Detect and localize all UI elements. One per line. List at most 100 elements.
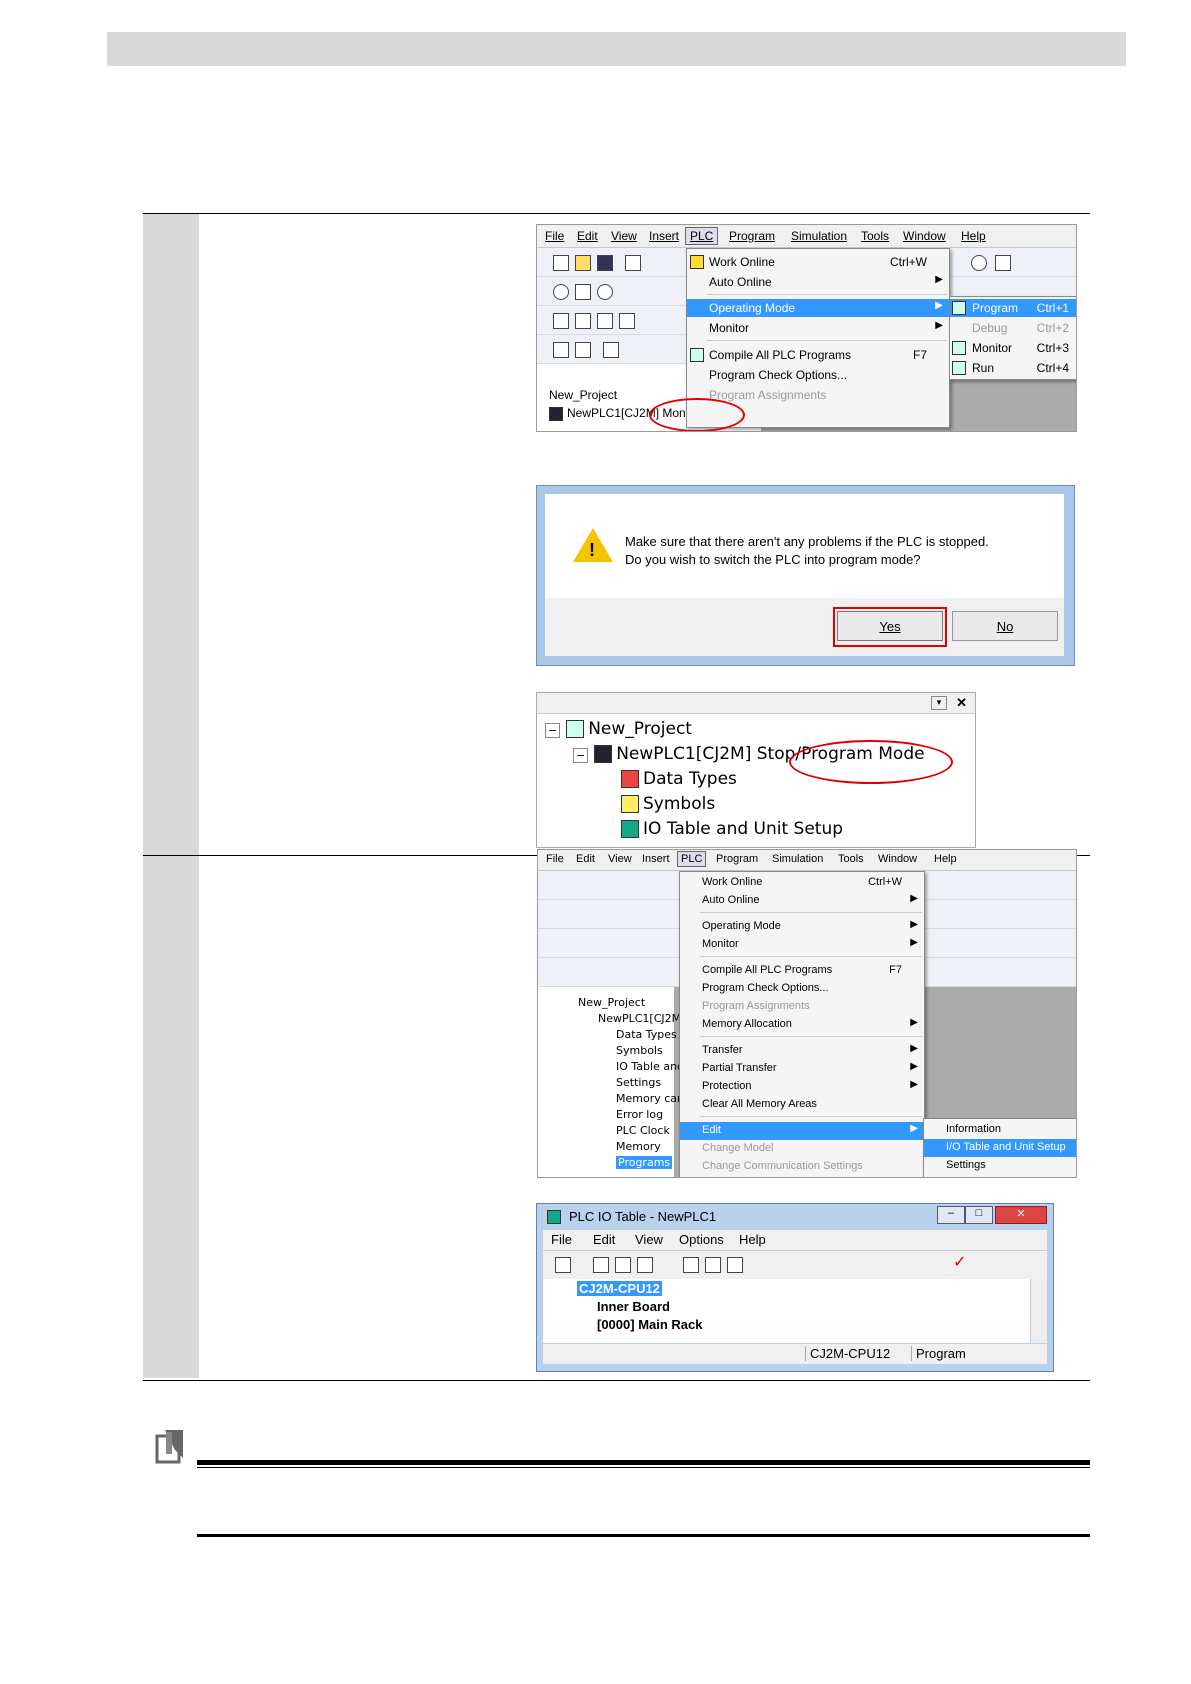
open-icon[interactable] xyxy=(575,255,591,271)
tree-item[interactable]: PLC Clock xyxy=(616,1124,670,1137)
menu-help[interactable]: Help xyxy=(934,853,957,865)
menu-edit[interactable]: Edit xyxy=(577,229,598,243)
menu-window[interactable]: Window xyxy=(903,229,946,243)
edit-information[interactable]: Information xyxy=(924,1121,1076,1139)
menu-view[interactable]: View xyxy=(608,853,632,865)
paste-icon[interactable] xyxy=(727,1257,743,1273)
menu-item-transfer[interactable]: Transfer ▶ xyxy=(680,1042,924,1060)
menu-file[interactable]: File xyxy=(551,1232,572,1247)
save-icon[interactable] xyxy=(597,255,613,271)
menu-view[interactable]: View xyxy=(611,229,637,243)
close-icon[interactable]: ✕ xyxy=(956,695,967,711)
tree-item[interactable]: Symbols xyxy=(616,1044,663,1057)
menu-tools[interactable]: Tools xyxy=(861,229,889,243)
menu-program[interactable]: Program xyxy=(716,853,758,865)
tree-item-programs[interactable]: Programs xyxy=(616,1156,673,1169)
ncps-icon[interactable] xyxy=(555,1257,571,1273)
menu-item-memory-allocation[interactable]: Memory Allocation ▶ xyxy=(680,1016,924,1034)
scrollbar[interactable] xyxy=(1030,1279,1047,1343)
check-icon[interactable]: ✓ xyxy=(953,1255,967,1271)
tree-item[interactable]: Memory xyxy=(616,1140,661,1153)
tree-item[interactable]: IO Table and xyxy=(616,1060,684,1073)
menu-plc[interactable]: PLC xyxy=(677,851,707,867)
print-icon[interactable] xyxy=(593,1257,609,1273)
outdent-icon[interactable] xyxy=(575,342,591,358)
menu-item-auto-online[interactable]: Auto Online ▶ xyxy=(680,892,924,910)
menu-help[interactable]: Help xyxy=(739,1232,766,1247)
mode-program[interactable]: Program Ctrl+1 xyxy=(950,299,1076,317)
minimize-button[interactable]: – xyxy=(937,1206,965,1224)
menu-plc[interactable]: PLC xyxy=(685,227,719,245)
menu-item-partial-transfer[interactable]: Partial Transfer ▶ xyxy=(680,1060,924,1078)
tree-plc[interactable]: NewPLC1[CJ2M xyxy=(598,1012,681,1025)
help-icon[interactable] xyxy=(995,255,1011,271)
menu-item-check-options[interactable]: Program Check Options... xyxy=(687,366,949,384)
mode-run[interactable]: Run Ctrl+4 xyxy=(950,359,1076,377)
menu-tools[interactable]: Tools xyxy=(838,853,864,865)
menu-view[interactable]: View xyxy=(635,1232,663,1247)
tree-item-io-table[interactable]: IO Table and Unit Setup xyxy=(621,819,843,839)
tree-item[interactable]: Settings xyxy=(616,1076,661,1089)
indent-icon[interactable] xyxy=(553,342,569,358)
info-icon[interactable] xyxy=(971,255,987,271)
edit-settings[interactable]: Settings xyxy=(924,1157,1076,1175)
zoom-icon[interactable] xyxy=(553,284,569,300)
yes-button[interactable]: Yes xyxy=(837,611,943,641)
tree-cpu[interactable]: CJ2M-CPU12 xyxy=(577,1281,662,1296)
menu-window[interactable]: Window xyxy=(878,853,917,865)
menu-item-compile[interactable]: Compile All PLC Programs F7 xyxy=(687,346,949,364)
menu-program[interactable]: Program xyxy=(729,229,775,243)
cut-icon[interactable] xyxy=(575,284,591,300)
chart-icon[interactable] xyxy=(575,313,591,329)
dropdown-icon[interactable]: ▾ xyxy=(931,696,947,710)
copy-icon[interactable] xyxy=(705,1257,721,1273)
menu-item-work-online[interactable]: Work Online Ctrl+W xyxy=(687,253,949,271)
menu-item-monitor[interactable]: Monitor ▶ xyxy=(687,319,949,337)
tree-item[interactable]: Memory car xyxy=(616,1092,682,1105)
tree-item-symbols[interactable]: Symbols xyxy=(621,794,715,814)
cut-icon[interactable] xyxy=(683,1257,699,1273)
menu-simulation[interactable]: Simulation xyxy=(772,853,823,865)
menu-file[interactable]: File xyxy=(545,229,564,243)
menu-item-check-options[interactable]: Program Check Options... xyxy=(680,980,924,998)
close-button[interactable]: ✕ xyxy=(995,1206,1047,1224)
tree-item-data-types[interactable]: Data Types xyxy=(621,769,737,789)
menu-options[interactable]: Options xyxy=(679,1232,724,1247)
menu-insert[interactable]: Insert xyxy=(649,229,679,243)
tree-project[interactable]: New_Project xyxy=(549,388,617,402)
list-icon[interactable] xyxy=(603,342,619,358)
menu-insert[interactable]: Insert xyxy=(642,853,670,865)
menu-simulation[interactable]: Simulation xyxy=(791,229,847,243)
pin-icon[interactable] xyxy=(637,1257,653,1273)
window-icon[interactable] xyxy=(553,313,569,329)
menu-item-auto-online[interactable]: Auto Online ▶ xyxy=(687,273,949,291)
menu-edit[interactable]: Edit xyxy=(593,1232,615,1247)
tree-project[interactable]: New_Project xyxy=(578,996,645,1009)
menu-item-clear-memory[interactable]: Clear All Memory Areas xyxy=(680,1096,924,1114)
graph-icon[interactable] xyxy=(597,313,613,329)
maximize-button[interactable]: □ xyxy=(965,1206,993,1224)
tree-item[interactable]: Data Types xyxy=(616,1028,677,1041)
menu-item-monitor[interactable]: Monitor ▶ xyxy=(680,936,924,954)
menu-item-work-online[interactable]: Work Online Ctrl+W xyxy=(680,874,924,892)
menu-edit[interactable]: Edit xyxy=(576,853,595,865)
menu-item-protection[interactable]: Protection ▶ xyxy=(680,1078,924,1096)
menu-help[interactable]: Help xyxy=(961,229,986,243)
new-icon[interactable] xyxy=(553,255,569,271)
menu-file[interactable]: File xyxy=(546,853,564,865)
tree-item[interactable]: Error log xyxy=(616,1108,663,1121)
menu-item-edit[interactable]: Edit ▶ xyxy=(680,1122,924,1140)
tree-project[interactable]: − New_Project xyxy=(545,719,692,739)
tree-main-rack[interactable]: [0000] Main Rack xyxy=(597,1317,703,1332)
mode-monitor[interactable]: Monitor Ctrl+3 xyxy=(950,339,1076,357)
edit-io-table-setup[interactable]: I/O Table and Unit Setup xyxy=(924,1139,1076,1157)
print-preview-icon[interactable] xyxy=(625,255,641,271)
no-button[interactable]: No xyxy=(952,611,1058,641)
find-icon[interactable] xyxy=(597,284,613,300)
tree-inner-board[interactable]: Inner Board xyxy=(597,1299,670,1314)
menu-item-operating-mode[interactable]: Operating Mode ▶ xyxy=(680,918,924,936)
menu-item-operating-mode[interactable]: Operating Mode ▶ xyxy=(687,299,949,317)
menu-item-compile[interactable]: Compile All PLC Programs F7 xyxy=(680,962,924,980)
layout-icon[interactable] xyxy=(619,313,635,329)
preview-icon[interactable] xyxy=(615,1257,631,1273)
